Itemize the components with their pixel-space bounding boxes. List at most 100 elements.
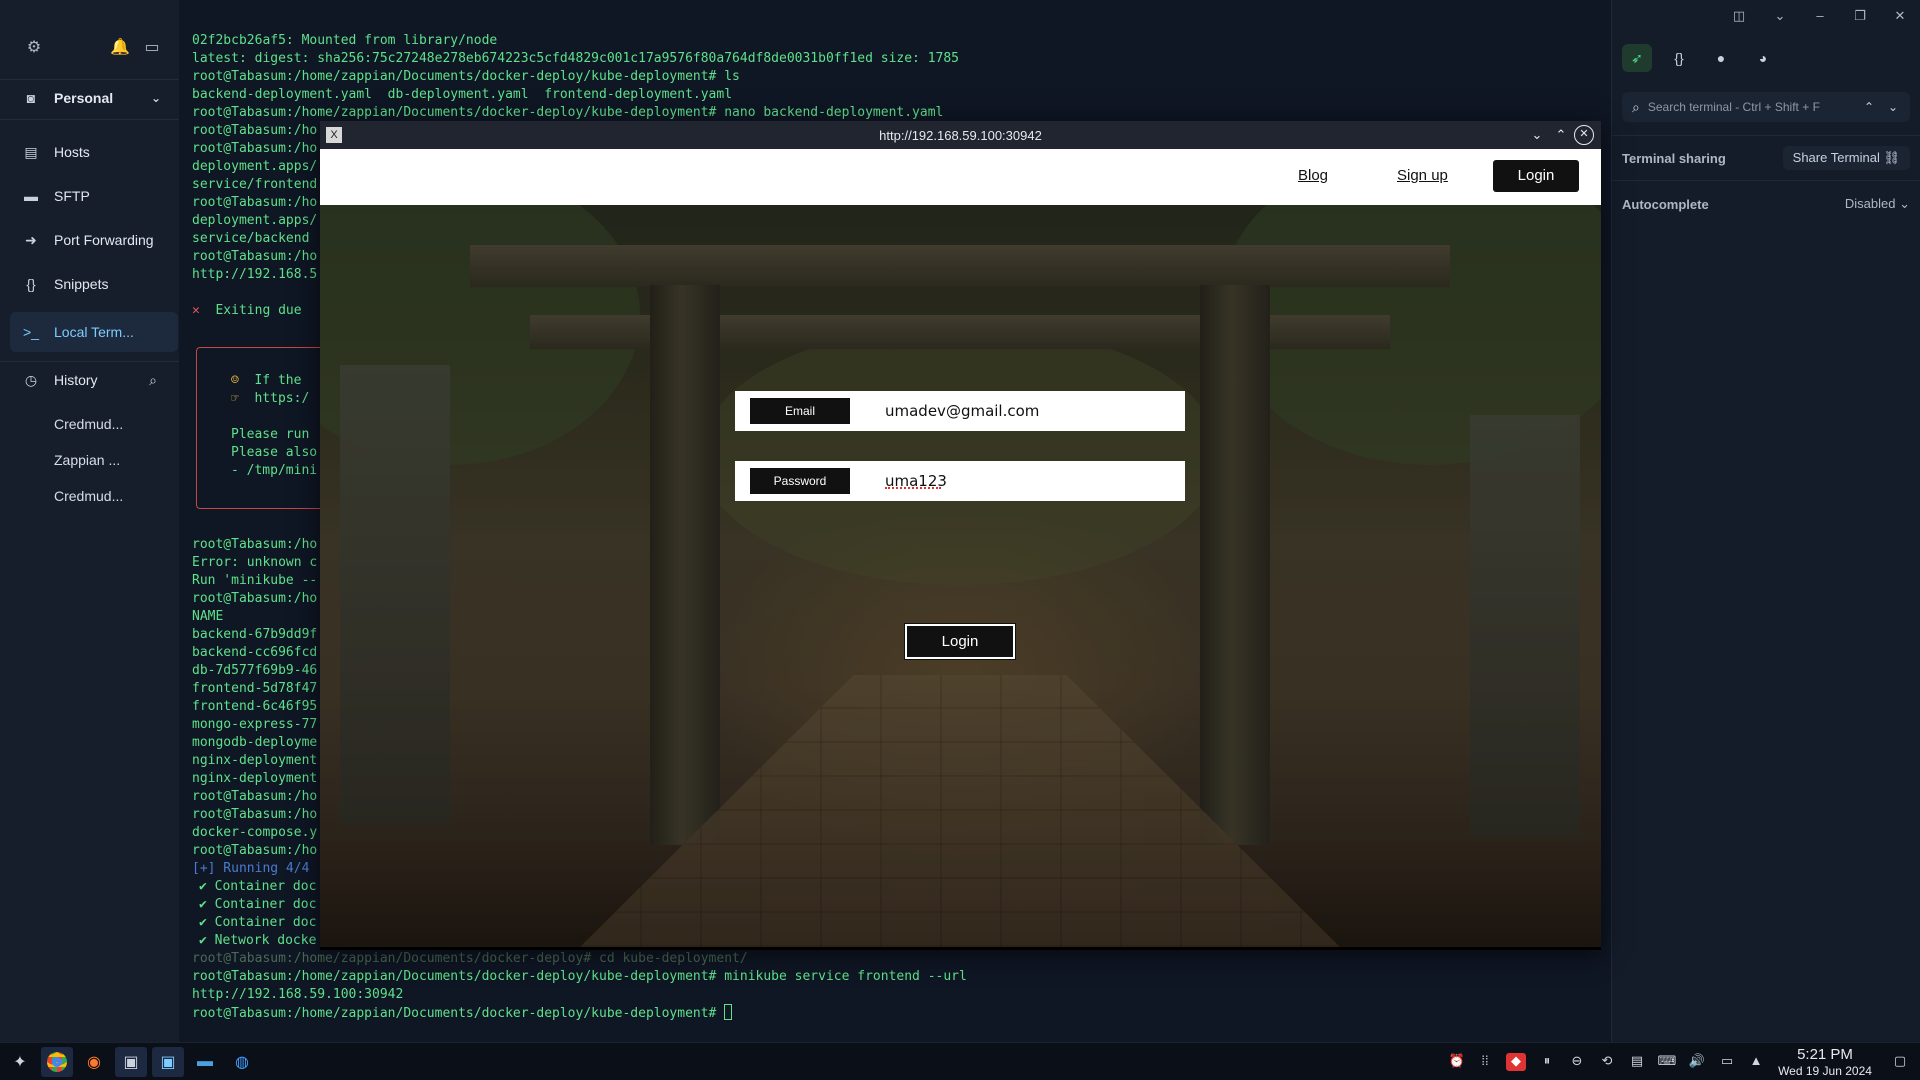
anydesk-icon[interactable]: ◆ — [1506, 1053, 1526, 1071]
alarm-icon[interactable]: ⏰ — [1447, 1053, 1467, 1071]
volume-icon[interactable]: 🔊 — [1687, 1053, 1707, 1071]
history-item[interactable]: Credmud... — [54, 488, 123, 504]
terminal-line: backend-67b9dd9f — [192, 627, 318, 642]
clock[interactable]: 5:21 PM Wed 19 Jun 2024 — [1770, 1046, 1880, 1078]
ssh-client-icon[interactable]: ▣ — [152, 1047, 184, 1077]
firefox-icon[interactable]: ◉ — [78, 1047, 110, 1077]
browser-titlebar[interactable]: X http://192.168.59.100:30942 ⌄ ⌃ ✕ — [320, 121, 1601, 149]
history-item[interactable]: Credmud... — [54, 416, 123, 432]
divider — [0, 119, 179, 120]
nav-signup-link[interactable]: Sign up — [1397, 167, 1448, 184]
terminal-app-icon[interactable]: ▣ — [115, 1047, 147, 1077]
password-field[interactable] — [885, 461, 1175, 501]
settings-icon[interactable]: ⚙ — [24, 38, 44, 58]
history-item[interactable]: Zappian ... — [54, 452, 120, 468]
terminal-line: http://192.168.5 — [192, 267, 318, 282]
terminal-line: service/backend — [192, 231, 310, 246]
show-desktop-icon[interactable]: ▢ — [1890, 1053, 1910, 1071]
search-icon: ⌕ — [1632, 98, 1640, 115]
terminal-line: ☞ https:/ — [231, 390, 309, 408]
terminal-line: ☺ If the — [231, 372, 301, 390]
update-icon[interactable]: ⟲ — [1597, 1053, 1617, 1071]
history-icon[interactable]: ● — [1706, 44, 1736, 72]
login-submit-button[interactable]: Login — [904, 623, 1016, 660]
terminal-line: - /tmp/mini — [231, 463, 318, 478]
terminal-window-icon[interactable]: ▭ — [142, 38, 162, 58]
network-icon[interactable]: ▭ — [1717, 1053, 1737, 1071]
pause-icon[interactable]: ⏸ — [1537, 1053, 1557, 1071]
minus-circle-icon[interactable]: ⊖ — [1567, 1053, 1587, 1071]
terminal-line: latest: digest: sha256:75c27248e278eb674… — [192, 51, 960, 66]
link-icon: ⛓ — [1883, 150, 1900, 165]
sidebar-top-icons: ⚙ 🔔 ▭ — [24, 38, 162, 60]
share-terminal-label: Share Terminal — [1792, 150, 1880, 165]
rocket-icon[interactable]: ➶ — [1622, 44, 1652, 72]
terminal-icon: >_ — [23, 324, 39, 340]
nav-login-button[interactable]: Login — [1493, 160, 1579, 192]
port-forwarding-icon: ➜ — [25, 231, 37, 248]
nav-blog-link[interactable]: Blog — [1298, 167, 1328, 184]
terminal-exit-line: ✕ Exiting due — [192, 302, 302, 320]
sidebar-item-hosts[interactable]: ▤ Hosts — [0, 132, 179, 172]
network-app-icon[interactable]: ◍ — [226, 1047, 258, 1077]
sidebar-item-local-terminal[interactable]: >_ Local Term... — [10, 312, 178, 352]
terminal-line: root@Tabasum:/ho — [192, 195, 318, 210]
snippets-icon: {} — [26, 276, 36, 292]
email-row: Email — [735, 391, 1185, 431]
chevron-up-icon[interactable]: ⌃ — [1864, 100, 1874, 114]
search-icon[interactable]: ⌕ — [149, 372, 157, 389]
cat-emoji-icon: ☺ — [231, 373, 239, 388]
divider — [1612, 180, 1920, 181]
terminal-line: root@Tabasum:/ho — [192, 537, 318, 552]
terminal-line: [+] Running 4/4 — [192, 861, 310, 876]
terminal-line: root@Tabasum:/home/zappian/Documents/doc… — [192, 969, 967, 984]
clipboard-icon[interactable]: ▤ — [1627, 1053, 1647, 1071]
dark-overlay — [320, 205, 1601, 947]
terminal-cursor — [724, 1004, 733, 1020]
box-text: https:/ — [254, 391, 310, 406]
search-placeholder: Search terminal - Ctrl + Shift + F — [1647, 100, 1820, 114]
share-terminal-button[interactable]: Share Terminal ⛓ — [1782, 146, 1910, 170]
palette-icon[interactable]: ◕ — [1748, 44, 1778, 72]
restore-icon[interactable]: ❐ — [1849, 6, 1871, 26]
terminal-line: root@Tabasum:/ho — [192, 807, 318, 822]
chevron-down-icon[interactable]: ⌄ — [1769, 6, 1791, 26]
error-x-icon: ✕ — [192, 303, 200, 318]
chrome-icon[interactable] — [41, 1047, 73, 1077]
apps-grid-icon[interactable]: ⁞⁞ — [1475, 1053, 1495, 1071]
file-manager-icon[interactable]: ▬ — [189, 1047, 221, 1077]
divider — [1612, 135, 1920, 136]
keyboard-icon[interactable]: ⌨ — [1657, 1053, 1677, 1071]
autocomplete-select[interactable]: Disabled ⌄ — [1845, 196, 1910, 212]
profile-selector[interactable]: ◙ Personal ⌄ — [0, 78, 179, 118]
browser-window: X http://192.168.59.100:30942 ⌄ ⌃ ✕ Blog… — [320, 121, 1601, 950]
clock-time: 5:21 PM — [1797, 1046, 1853, 1063]
app-launcher-icon[interactable]: ✦ — [4, 1047, 36, 1077]
tray-expand-icon[interactable]: ▲ — [1746, 1053, 1766, 1071]
split-panel-icon[interactable]: ◫ — [1728, 6, 1750, 26]
close-icon[interactable]: ✕ — [1889, 6, 1911, 26]
terminal-line: Please also — [231, 445, 318, 460]
minimize-icon[interactable]: – — [1809, 6, 1831, 26]
sidebar-item-sftp[interactable]: ▬ SFTP — [0, 176, 179, 216]
terminal-sharing-label: Terminal sharing — [1622, 150, 1726, 166]
autocomplete-row: Autocomplete Disabled ⌄ — [1622, 190, 1910, 218]
terminal-line: ✔ Container doc — [199, 915, 317, 930]
chevron-down-icon[interactable]: ⌄ — [151, 91, 161, 105]
terminal-search-input[interactable]: ⌕ Search terminal - Ctrl + Shift + F ⌃ ⌄ — [1622, 92, 1910, 122]
sidebar-item-label: SFTP — [54, 188, 90, 204]
sidebar-item-port-forwarding[interactable]: ➜ Port Forwarding — [0, 220, 179, 260]
terminal-line: backend-deployment.yaml db-deployment.ya… — [192, 87, 733, 102]
maximize-icon[interactable]: ⌃ — [1551, 125, 1571, 145]
terminal-line: 02f2bcb26af5: Mounted from library/node — [192, 33, 498, 48]
snippets-icon[interactable]: {} — [1664, 44, 1694, 72]
minimize-icon[interactable]: ⌄ — [1527, 125, 1547, 145]
history-header[interactable]: ◷ History ⌕ — [0, 360, 179, 400]
sidebar-item-snippets[interactable]: {} Snippets — [0, 264, 179, 304]
chevron-down-icon[interactable]: ⌄ — [1888, 100, 1898, 114]
autocomplete-label: Autocomplete — [1622, 196, 1709, 212]
close-icon[interactable]: ✕ — [1574, 125, 1594, 145]
browser-url: http://192.168.59.100:30942 — [879, 127, 1042, 143]
email-field[interactable] — [885, 391, 1175, 431]
notifications-icon[interactable]: 🔔 — [110, 38, 130, 58]
